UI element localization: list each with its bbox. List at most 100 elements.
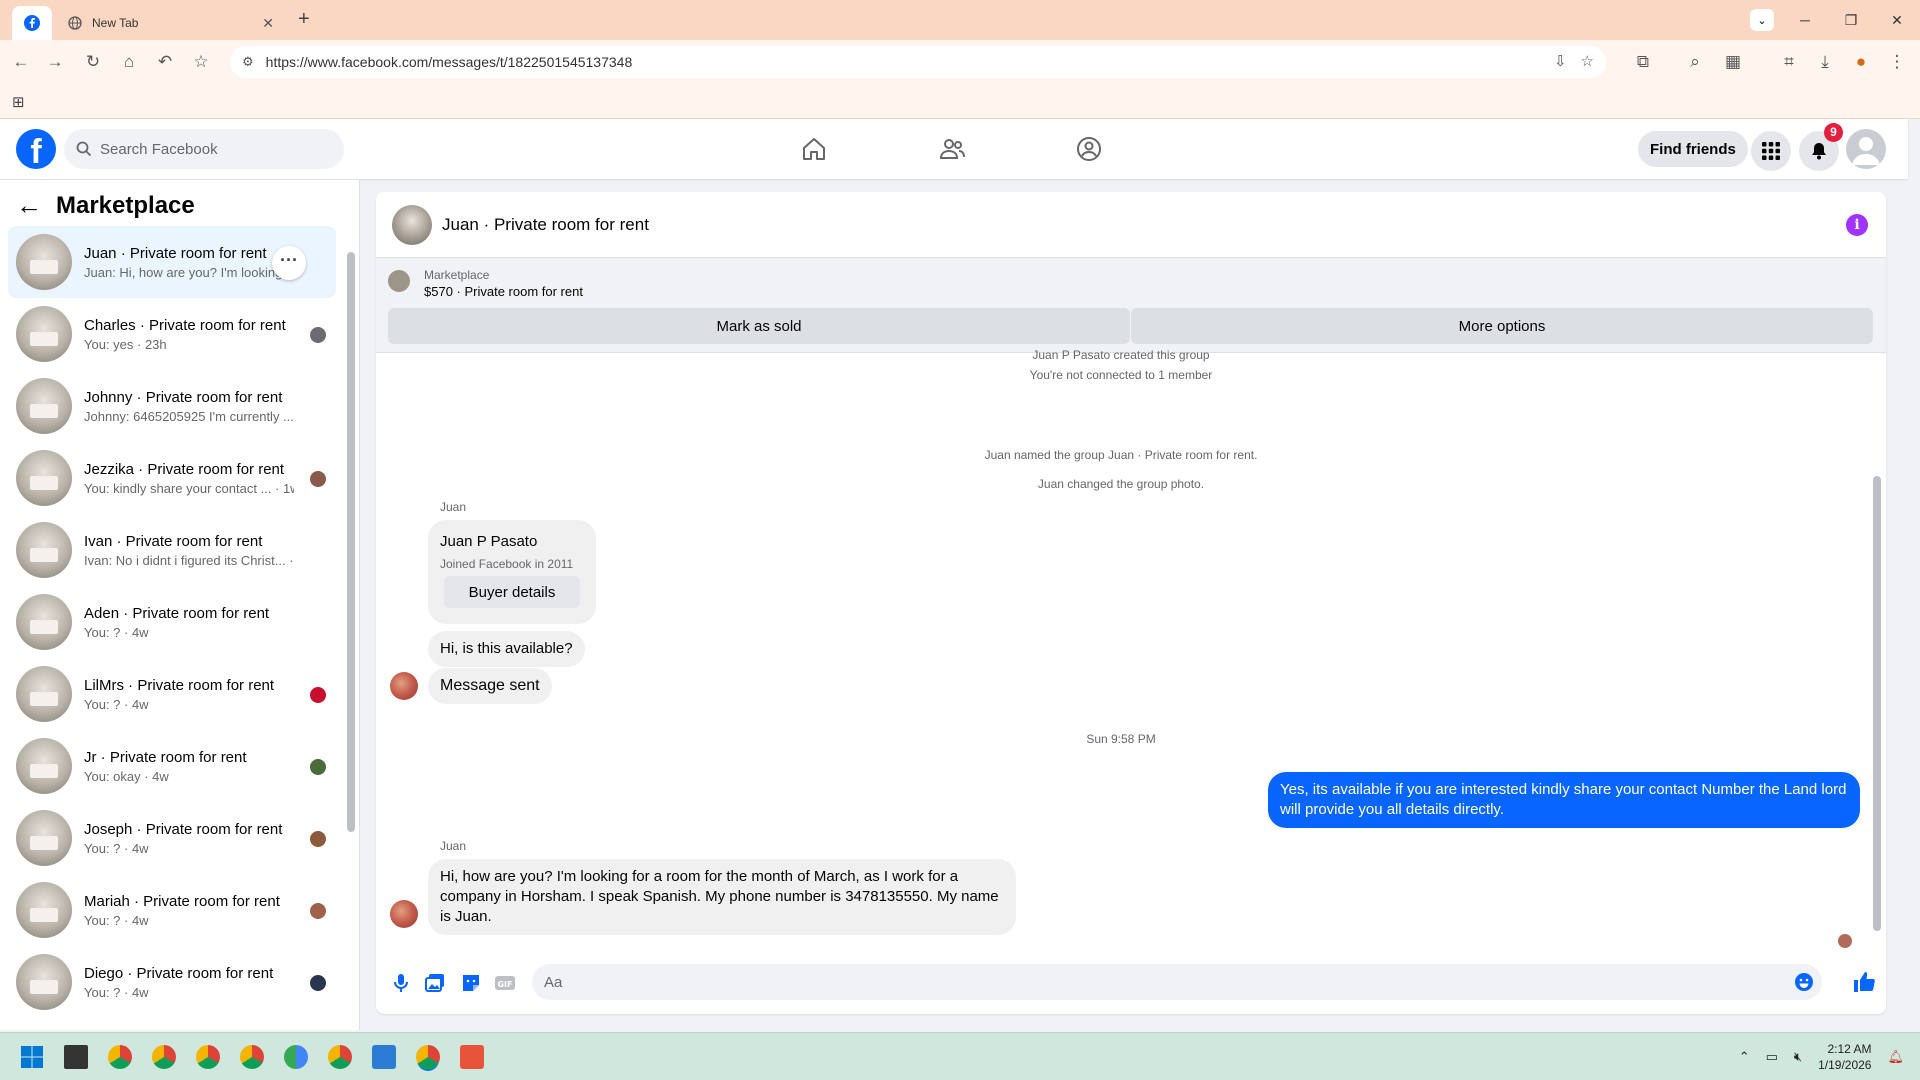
message-input-wrapper[interactable] [532,964,1822,1000]
install-app-icon[interactable]: ⇩ [1554,52,1567,70]
conversation-item[interactable]: Joseph · Private room for rent You: ? · … [8,802,336,874]
conversation-item[interactable]: Juan · Private room for rent Juan: Hi, h… [8,226,336,298]
find-friends-button[interactable]: Find friends [1638,131,1748,167]
more-options-icon[interactable]: ··· [272,246,306,280]
qr-code-icon[interactable]: ▦ [1722,52,1744,72]
home-nav-icon[interactable] [800,135,828,163]
sender-avatar[interactable] [390,672,418,700]
back-arrow-icon[interactable]: ← [10,52,32,72]
conversation-name: Jr · Private room for rent [84,748,247,766]
friends-nav-icon[interactable] [938,135,966,163]
sticker-icon[interactable] [460,972,482,994]
volume-muted-icon[interactable]: 🔇︎ [1794,1049,1802,1065]
photo-icon[interactable] [424,972,446,994]
profile-icon[interactable]: ● [1850,52,1872,72]
info-icon[interactable]: i [1846,214,1868,236]
conversation-item[interactable]: Mariah · Private room for rent You: ? · … [8,874,336,946]
undo-icon[interactable]: ↶ [154,52,176,72]
extensions-icon[interactable]: ⧉ [1632,52,1654,72]
conversation-snippet: Johnny: 6465205925 I'm currently ... · 1… [84,408,294,424]
message-bubble[interactable]: Hi, how are you? I'm looking for a room … [428,859,1016,935]
conversation-item[interactable]: Ivan · Private room for rent Ivan: No i … [8,514,336,586]
apps-grid-icon[interactable]: ⊞ [12,93,25,111]
tab-search-chevron-icon[interactable]: ⌄ [1750,9,1774,31]
listing-source: Marketplace [424,268,490,282]
download-icon[interactable]: ⤓ [1814,52,1836,72]
conversation-item[interactable]: Diego · Private room for rent You: ? · 4… [8,946,336,1018]
buyer-details-button[interactable]: Buyer details [444,576,580,608]
conversation-item[interactable]: Johnny · Private room for rent Johnny: 6… [8,370,336,442]
search-icon [76,141,92,157]
listing-price[interactable]: $570 · Private room for rent [424,284,583,299]
conversation-snippet: You: okay · 4w [84,768,169,784]
menu-grid-icon[interactable] [1751,131,1791,171]
snipping-tool-icon[interactable] [460,1045,484,1069]
conversation-name: Ivan · Private room for rent [84,532,263,550]
notepad-icon[interactable] [372,1045,396,1069]
facebook-logo-icon[interactable]: f [16,129,56,169]
scrollbar-thumb[interactable] [347,252,355,832]
forward-arrow-icon[interactable]: → [44,52,66,72]
notification-center-icon[interactable]: 🔔︎ [1887,1049,1904,1065]
reload-icon[interactable]: ↻ [82,52,104,72]
conversation-item[interactable]: Jr · Private room for rent You: okay · 4… [8,730,336,802]
close-tab-icon[interactable]: ✕ [262,15,274,32]
tab-facebook[interactable] [12,6,52,40]
conversation-item[interactable]: Charles · Private room for rent You: yes… [8,298,336,370]
chrome-icon[interactable] [152,1045,176,1069]
minimize-icon[interactable]: ─ [1782,12,1828,28]
bookmark-star-icon[interactable]: ☆ [190,52,212,72]
clock[interactable]: 2:12 AM 1/19/2026 [1818,1041,1871,1073]
outgoing-message-bubble[interactable]: Yes, its available if you are interested… [1268,772,1860,828]
crop-icon[interactable]: ⌗ [1778,52,1800,72]
listing-thumbnail[interactable] [388,270,410,292]
chat-avatar[interactable] [392,204,432,245]
gif-icon[interactable]: GIF [494,972,516,994]
message-bubble[interactable]: Message sent [428,668,552,704]
chrome-icon[interactable] [284,1045,308,1069]
os-taskbar: ⌃ ▭ 🔇︎ 2:12 AM 1/19/2026 🔔︎ [0,1032,1920,1080]
site-settings-icon[interactable]: ⚙ [242,54,254,70]
chat-title[interactable]: Juan · Private room for rent [442,215,649,235]
new-tab-button[interactable]: + [298,8,310,31]
message-scrollbar[interactable] [1872,356,1882,946]
star-icon[interactable]: ☆ [1581,52,1594,70]
windows-start-icon[interactable] [20,1045,44,1069]
sender-avatar[interactable] [390,900,418,928]
more-options-button[interactable]: More options [1131,308,1873,344]
chrome-icon[interactable] [328,1045,352,1069]
system-tray: ⌃ ▭ 🔇︎ 2:12 AM 1/19/2026 🔔︎ [1739,1033,1904,1080]
conversation-item[interactable]: LilMrs · Private room for rent You: ? · … [8,658,336,730]
zoom-icon[interactable]: ⌕ [1684,52,1706,72]
chrome-icon[interactable] [108,1045,132,1069]
sidebar-scrollbar[interactable] [346,240,356,1010]
back-arrow-icon[interactable]: ← [16,190,42,221]
kebab-menu-icon[interactable]: ⋮ [1886,52,1908,72]
tab-new-tab[interactable]: New Tab ✕ [56,6,286,40]
conversation-item[interactable]: Jezzika · Private room for rent You: kin… [8,442,336,514]
search-bar[interactable] [64,129,344,169]
scrollbar-thumb[interactable] [1873,476,1881,931]
microphone-icon[interactable] [390,972,412,994]
chat-header: Juan · Private room for rent i [376,192,1886,258]
close-window-icon[interactable]: ✕ [1874,12,1920,29]
restore-icon[interactable]: ❐ [1828,12,1874,29]
thumbs-up-icon[interactable] [1852,970,1876,994]
search-input[interactable] [100,140,320,158]
chrome-icon[interactable] [240,1045,264,1069]
message-input[interactable] [544,973,1744,991]
chrome-icon[interactable] [416,1045,440,1069]
emoji-icon[interactable] [1794,972,1814,992]
conversation-item[interactable]: Aden · Private room for rent You: ? · 4w [8,586,336,658]
address-bar[interactable]: ⚙ https://www.facebook.com/messages/t/18… [230,46,1606,78]
home-icon[interactable]: ⌂ [118,52,140,72]
mark-as-sold-button[interactable]: Mark as sold [388,308,1130,344]
network-icon[interactable]: ▭ [1766,1049,1778,1065]
chevron-up-icon[interactable]: ⌃ [1739,1049,1750,1065]
chrome-icon[interactable] [196,1045,220,1069]
task-view-icon[interactable] [64,1045,88,1069]
groups-nav-icon[interactable] [1075,135,1103,163]
account-avatar[interactable] [1846,129,1886,169]
listing-bar: Marketplace $570 · Private room for rent… [376,258,1886,353]
message-bubble[interactable]: Hi, is this available? [428,631,585,667]
